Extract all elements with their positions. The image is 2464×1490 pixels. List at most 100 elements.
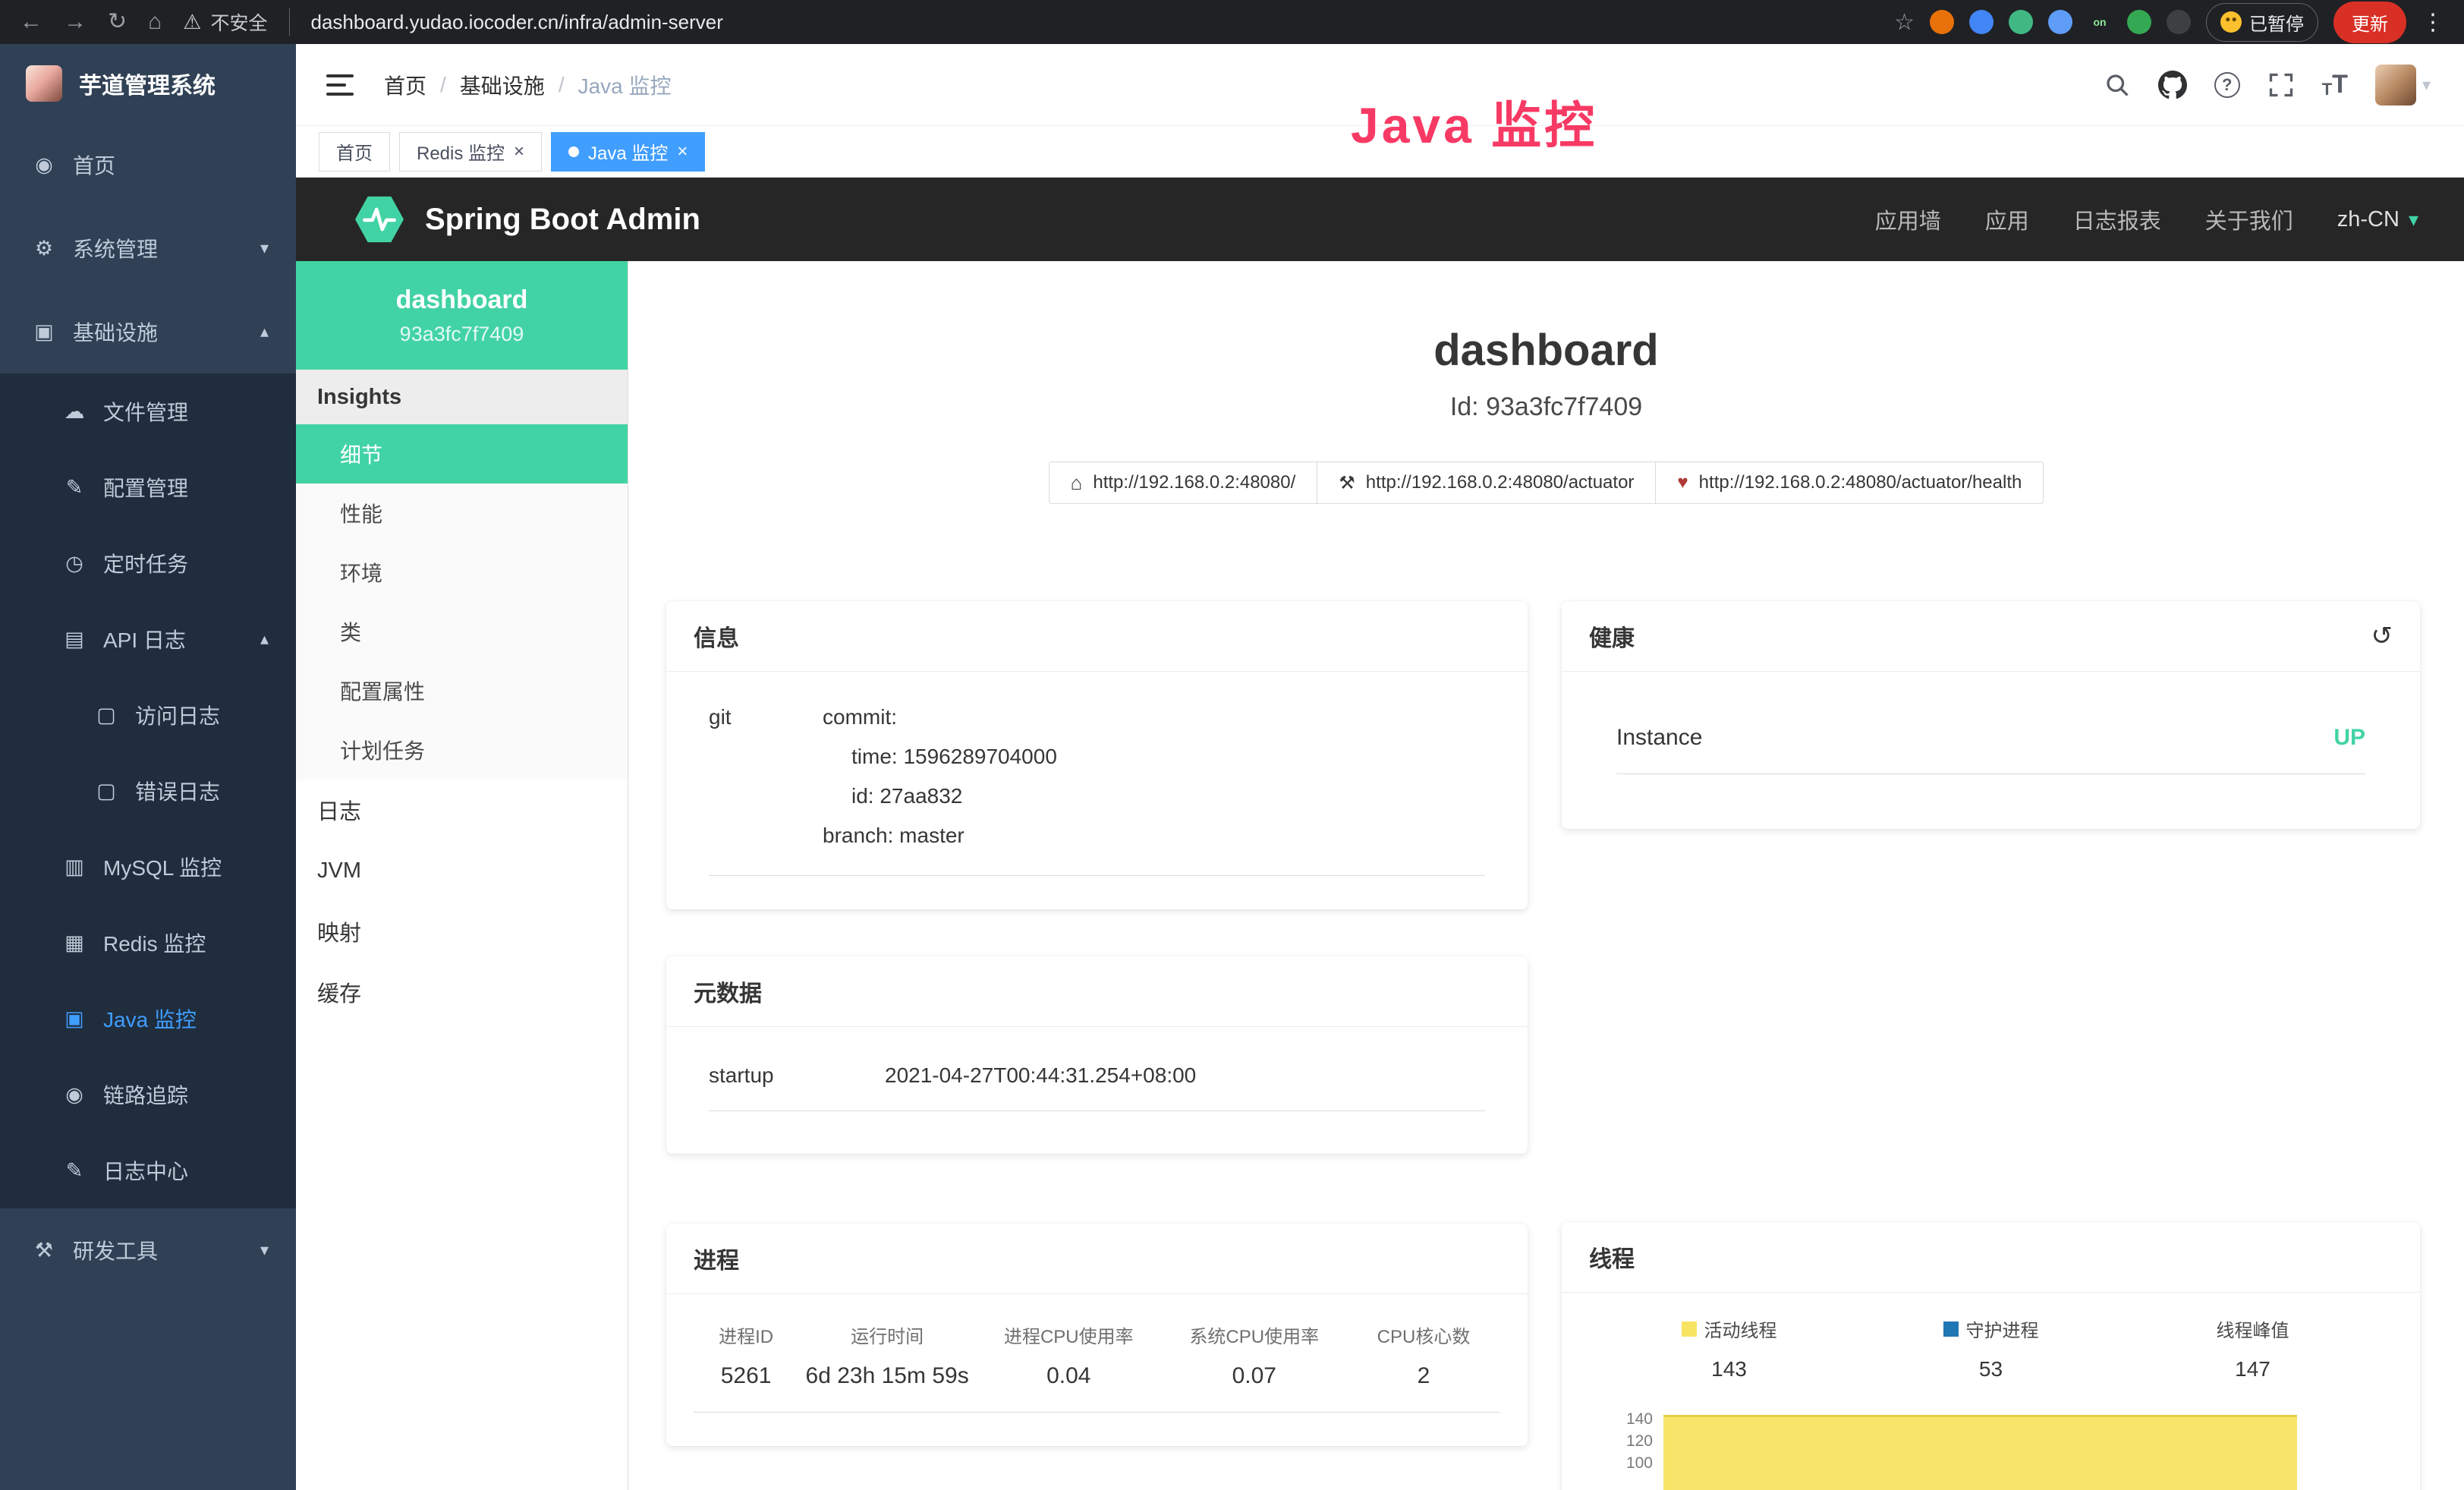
sidebar-item-tracing[interactable]: ◉ 链路追踪 [0, 1057, 296, 1132]
subnav-performance[interactable]: 性能 [296, 484, 628, 543]
y-tick: 120 [1626, 1432, 1653, 1451]
sidebar-item-mysql-monitor[interactable]: ▥ MySQL 监控 [0, 829, 296, 905]
clock-icon: ◷ [61, 552, 88, 575]
tab-label: Redis 监控 [417, 138, 505, 165]
sidebar-item-label: 访问日志 [135, 700, 220, 730]
subnav-caches[interactable]: 缓存 [296, 962, 628, 1022]
subnav-scheduled-tasks[interactable]: 计划任务 [296, 720, 628, 780]
infrastructure-submenu: ☁ 文件管理 ✎ 配置管理 ◷ 定时任务 ▤ API 日志 ▴ ▢ 访问日志 ▢ [0, 373, 296, 1208]
extension-icon[interactable] [2127, 10, 2151, 34]
sidebar-item-home[interactable]: ◉ 首页 [0, 123, 296, 206]
breadcrumb-infrastructure[interactable]: 基础设施 [460, 70, 545, 100]
forward-icon[interactable]: → [64, 11, 87, 33]
sidebar-item-error-logs[interactable]: ▢ 错误日志 [0, 753, 296, 829]
sidebar-item-config-management[interactable]: ✎ 配置管理 [0, 449, 296, 525]
process-stat-label: 进程CPU使用率 [976, 1321, 1161, 1348]
github-icon[interactable] [2158, 71, 2187, 99]
breadcrumb-current: Java 监控 [578, 70, 672, 100]
threads-values: 143 53 147 [1598, 1357, 2384, 1381]
extension-icon[interactable] [2167, 10, 2191, 34]
layers-icon: ▦ [61, 931, 88, 955]
extension-icon[interactable] [1969, 10, 1994, 34]
subnav-classes[interactable]: 类 [296, 602, 628, 661]
address-bar[interactable]: dashboard.yudao.iocoder.cn/infra/admin-s… [311, 11, 1874, 34]
collapse-menu-icon[interactable] [326, 74, 354, 96]
bookmark-star-icon[interactable]: ☆ [1894, 9, 1915, 36]
subnav-jvm[interactable]: JVM [296, 840, 628, 901]
search-icon[interactable] [2104, 71, 2131, 99]
sidebar-item-log-center[interactable]: ✎ 日志中心 [0, 1132, 296, 1208]
process-stat-value: 5261 [694, 1363, 798, 1389]
subnav-logs[interactable]: 日志 [296, 780, 628, 840]
document-icon: ▢ [93, 704, 120, 727]
subnav-mappings[interactable]: 映射 [296, 901, 628, 962]
subnav-details[interactable]: 细节 [296, 424, 628, 484]
health-instance-row: Instance UP [1616, 725, 2365, 774]
actuator-url-button[interactable]: ⚒ http://192.168.0.2:48080/actuator [1317, 461, 1656, 504]
reload-icon[interactable]: ↻ [108, 11, 127, 33]
status-badge: UP [2333, 725, 2365, 751]
legend-label: 线程峰值 [2217, 1315, 2289, 1342]
tab-redis-monitor[interactable]: Redis 监控 × [399, 132, 542, 172]
health-url-button[interactable]: ♥ http://192.168.0.2:48080/actuator/heal… [1655, 461, 2044, 504]
sidebar-item-label: 系统管理 [73, 233, 158, 263]
sidebar-item-access-logs[interactable]: ▢ 访问日志 [0, 677, 296, 753]
sba-brand[interactable]: Spring Boot Admin [355, 195, 700, 244]
threads-chart: 140 120 100 [1598, 1407, 2384, 1490]
chevron-down-icon: ▾ [2422, 75, 2431, 95]
dashboard-icon: ◉ [30, 153, 58, 177]
sidebar-item-scheduled-tasks[interactable]: ◷ 定时任务 [0, 525, 296, 601]
sba-nav-applications[interactable]: 应用 [1985, 203, 2029, 235]
browser-menu-icon[interactable]: ⋮ [2422, 9, 2444, 36]
metadata-key: startup [709, 1063, 885, 1088]
extension-icon[interactable] [2009, 10, 2033, 34]
process-stat-value: 0.07 [1162, 1363, 1347, 1389]
close-icon[interactable]: × [514, 143, 524, 161]
sba-nav-journal[interactable]: 日志报表 [2073, 203, 2161, 235]
legend-daemon-threads: 守护进程 [1860, 1315, 2122, 1342]
paused-chip[interactable]: 已暂停 [2206, 3, 2318, 42]
tab-label: Java 监控 [588, 138, 668, 165]
sidebar-item-system-management[interactable]: ⚙ 系统管理 ▾ [0, 206, 296, 290]
tab-home[interactable]: 首页 [319, 132, 390, 172]
sidebar-item-dev-tools[interactable]: ⚒ 研发工具 ▾ [0, 1208, 296, 1292]
sba-nav-wallboard[interactable]: 应用墙 [1875, 203, 1941, 235]
service-url-button[interactable]: ⌂ http://192.168.0.2:48080/ [1049, 461, 1318, 504]
eye-icon: ◉ [61, 1083, 88, 1107]
fullscreen-icon[interactable] [2267, 71, 2295, 99]
legend-live-threads: 活动线程 [1598, 1315, 1860, 1342]
extension-icon[interactable]: on [2088, 10, 2112, 34]
sidebar-item-file-management[interactable]: ☁ 文件管理 [0, 373, 296, 449]
tab-java-monitor[interactable]: Java 监控 × [551, 132, 705, 172]
page-title: dashboard [628, 325, 2464, 376]
subnav-config-properties[interactable]: 配置属性 [296, 661, 628, 720]
user-avatar[interactable]: ▾ [2375, 65, 2431, 106]
close-icon[interactable]: × [677, 143, 688, 161]
sidebar-item-label: 日志中心 [103, 1155, 188, 1186]
sba-nav-about[interactable]: 关于我们 [2205, 203, 2293, 235]
sidebar-item-java-monitor[interactable]: ▣ Java 监控 [0, 981, 296, 1057]
live-threads-value: 143 [1598, 1357, 1860, 1381]
sidebar-item-redis-monitor[interactable]: ▦ Redis 监控 [0, 905, 296, 981]
history-icon[interactable]: ↺ [2371, 621, 2393, 651]
sidebar-item-infrastructure[interactable]: ▣ 基础设施 ▴ [0, 290, 296, 373]
back-icon[interactable]: ← [20, 11, 42, 33]
extension-icon[interactable] [2048, 10, 2072, 34]
subnav-environment[interactable]: 环境 [296, 543, 628, 602]
security-indicator[interactable]: ⚠ 不安全 [183, 8, 289, 36]
locale-selector[interactable]: zh-CN ▾ [2337, 207, 2418, 232]
process-stat-label: CPU核心数 [1347, 1321, 1500, 1348]
monitor-icon: ▣ [30, 320, 58, 344]
sidebar-item-api-logs[interactable]: ▤ API 日志 ▴ [0, 601, 296, 677]
update-chrome-button[interactable]: 更新 [2333, 2, 2406, 43]
browser-home-icon[interactable]: ⌂ [148, 11, 162, 33]
help-icon[interactable]: ? [2214, 72, 2240, 98]
health-card-title: 健康 [1589, 619, 1635, 653]
breadcrumb-home[interactable]: 首页 [384, 70, 426, 100]
instance-name: dashboard [396, 285, 528, 315]
legend-swatch-blue [1943, 1321, 1959, 1337]
font-size-icon[interactable]: TT [2322, 70, 2348, 99]
extension-icon[interactable] [1930, 10, 1954, 34]
active-tab-dot [568, 146, 579, 157]
y-tick: 140 [1626, 1410, 1653, 1429]
